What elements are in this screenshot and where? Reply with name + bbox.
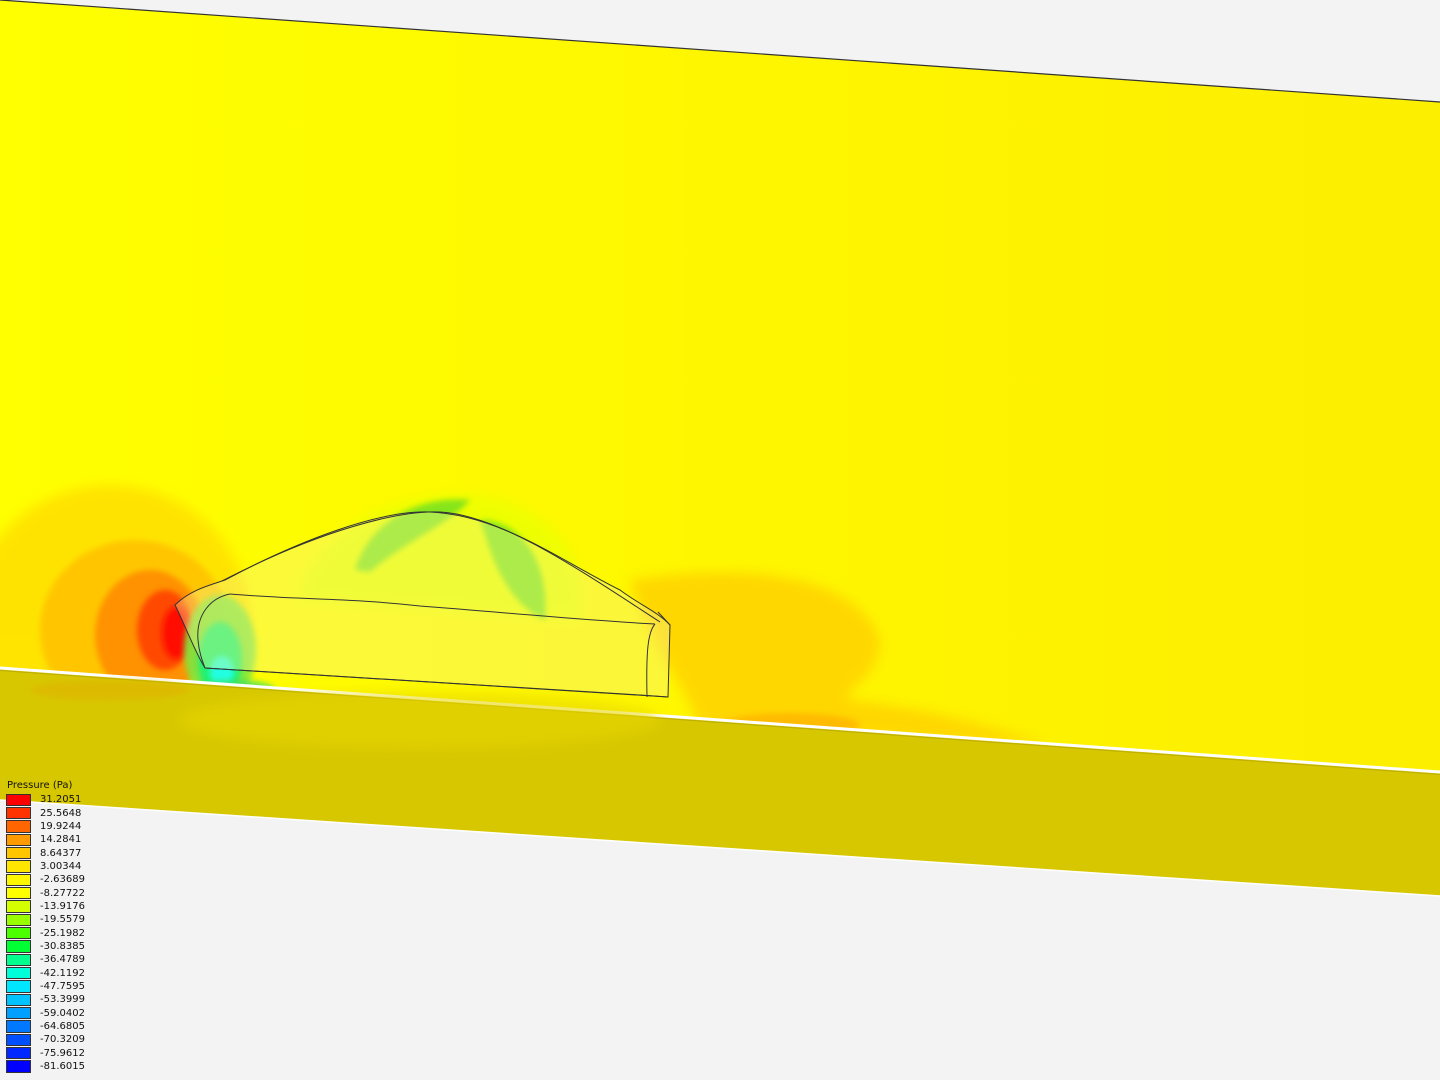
legend-entry: -25.1982 [6, 926, 126, 940]
legend-entry: 14.2841 [6, 833, 126, 846]
legend-swatch [6, 900, 31, 913]
legend-entry: -59.0402 [6, 1007, 126, 1020]
legend-entry: 31.2051 [6, 793, 126, 806]
legend-label: -53.3999 [40, 994, 85, 1006]
legend-swatch [6, 1047, 31, 1060]
legend-swatch [6, 1020, 31, 1033]
legend-swatch [6, 966, 31, 980]
legend-label: -13.9176 [40, 900, 85, 912]
legend-label: 8.64377 [40, 847, 82, 859]
legend-entry: -64.6805 [6, 1020, 126, 1033]
legend-swatch [6, 820, 31, 833]
legend-entry: -19.5579 [6, 913, 126, 926]
legend-swatch [6, 1007, 31, 1020]
legend-label: 3.00344 [40, 860, 82, 872]
legend-entry: 3.00344 [6, 860, 126, 873]
legend-swatch [6, 873, 31, 886]
legend-swatch [6, 833, 31, 846]
legend-entry: -47.7595 [6, 980, 126, 993]
legend-entry: -42.1192 [6, 966, 126, 980]
legend-label: 25.5648 [40, 807, 82, 819]
legend-swatch [6, 793, 31, 806]
legend-entry: 25.5648 [6, 806, 126, 820]
legend-label: -59.0402 [40, 1007, 85, 1019]
legend-label: -81.6015 [40, 1061, 85, 1073]
legend-swatch [6, 860, 31, 873]
legend-swatch [6, 913, 31, 926]
legend-swatch [6, 1033, 31, 1046]
legend-label: -30.8385 [40, 940, 85, 952]
legend-swatch [6, 886, 31, 900]
legend-entry: -81.6015 [6, 1060, 126, 1073]
legend-label: -42.1192 [40, 967, 85, 979]
legend-title: Pressure (Pa) [7, 780, 73, 791]
ground-reflection-front [30, 680, 190, 700]
legend-swatch [6, 1060, 31, 1073]
legend-entry: -36.4789 [6, 953, 126, 966]
legend-entry: -75.9612 [6, 1047, 126, 1060]
legend-label: -64.6805 [40, 1021, 85, 1033]
legend-label: -8.27722 [40, 887, 85, 899]
legend-swatch [6, 926, 31, 940]
legend-rows: 31.2051 25.5648 19.9244 14.2841 8.64377 3.003… [6, 793, 126, 1073]
simulation-viewport[interactable] [0, 0, 1440, 1080]
legend-label: 31.2051 [40, 794, 82, 806]
legend-label: -36.4789 [40, 954, 85, 966]
pressure-legend: Pressure (Pa) 31.2051 25.5648 19.9244 14.28… [6, 778, 126, 1073]
legend-label: 14.2841 [40, 834, 82, 846]
legend-entry: -70.3209 [6, 1033, 126, 1046]
legend-label: -70.3209 [40, 1034, 85, 1046]
legend-label: -75.9612 [40, 1047, 85, 1059]
legend-swatch [6, 953, 31, 966]
legend-label: -2.63689 [40, 874, 85, 886]
legend-swatch [6, 846, 31, 860]
legend-swatch [6, 940, 31, 953]
legend-swatch [6, 993, 31, 1006]
legend-label: -25.1982 [40, 927, 85, 939]
legend-entry: -13.9176 [6, 900, 126, 913]
legend-entry: -2.63689 [6, 873, 126, 886]
legend-swatch [6, 980, 31, 993]
legend-swatch [6, 806, 31, 820]
legend-label: -19.5579 [40, 914, 85, 926]
legend-entry: -53.3999 [6, 993, 126, 1006]
ground-reflection [180, 692, 660, 748]
legend-entry: -8.27722 [6, 886, 126, 900]
legend-label: -47.7595 [40, 980, 85, 992]
legend-label: 19.9244 [40, 820, 82, 832]
legend-entry: 8.64377 [6, 846, 126, 860]
legend-entry: -30.8385 [6, 940, 126, 953]
legend-entry: 19.9244 [6, 820, 126, 833]
